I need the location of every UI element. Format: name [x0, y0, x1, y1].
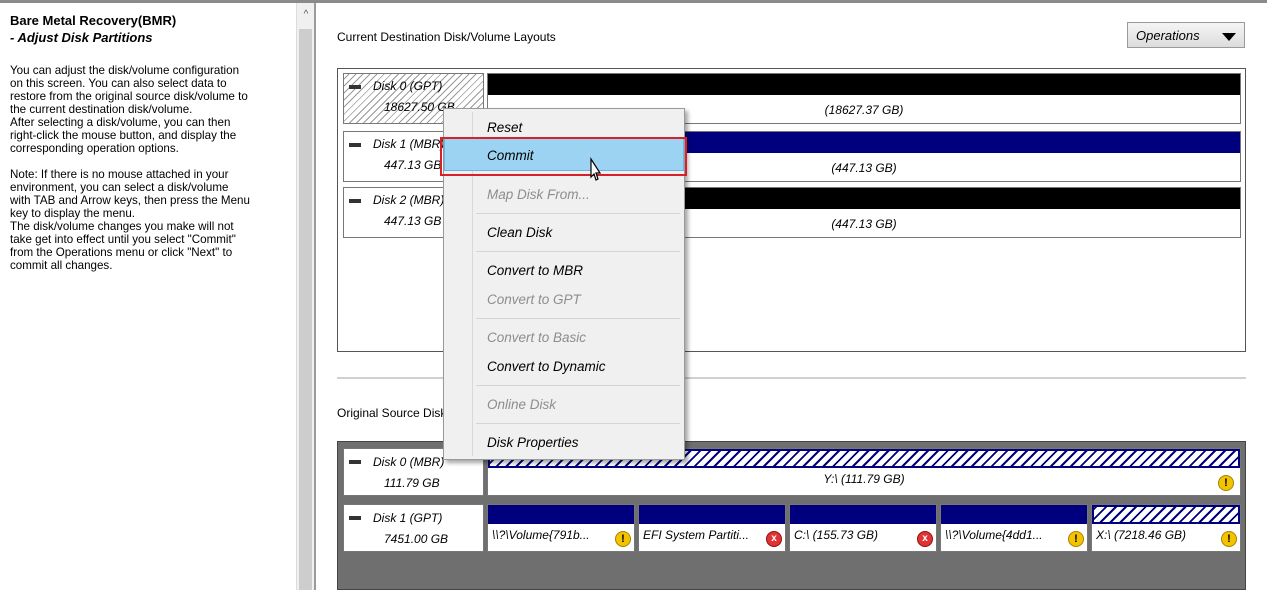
- menu-item-convert-to-dynamic[interactable]: Convert to Dynamic: [487, 359, 606, 374]
- menu-separator: [476, 385, 680, 386]
- menu-separator: [476, 423, 680, 424]
- mouse-cursor-icon: [590, 157, 602, 181]
- disk-size: 447.13 GB: [384, 214, 442, 228]
- menu-separator: [476, 318, 680, 319]
- menu-separator: [476, 213, 680, 214]
- help-line: with TAB and Arrow keys, then press the …: [10, 194, 250, 207]
- volume-label: EFI System Partiti...: [643, 528, 750, 542]
- menu-item-clean-disk[interactable]: Clean Disk: [487, 225, 552, 240]
- help-line: You can adjust the disk/volume configura…: [10, 64, 240, 77]
- warning-icon: !: [615, 531, 631, 547]
- help-line: right-click the mouse button, and displa…: [10, 129, 237, 142]
- disk-card[interactable]: Disk 1 (GPT) 7451.00 GB: [343, 504, 484, 552]
- help-line: The disk/volume changes you make will no…: [10, 220, 234, 233]
- menu-item-map-disk-from[interactable]: Map Disk From...: [487, 187, 590, 202]
- dropdown-arrow-icon: [1222, 33, 1236, 41]
- volume-block[interactable]: \\?\Volume{791b... !: [487, 504, 635, 552]
- warning-icon: !: [1218, 475, 1234, 491]
- disk-size: 7451.00 GB: [384, 532, 449, 546]
- warning-icon: !: [1221, 531, 1237, 547]
- volume-label: X:\ (7218.46 GB): [1096, 528, 1187, 542]
- disk-size: 111.79 GB: [384, 476, 440, 490]
- pane-divider: [314, 3, 316, 590]
- help-line: corresponding operation options.: [10, 142, 179, 155]
- help-line: After selecting a disk/volume, you can t…: [10, 116, 231, 129]
- help-line: commit all changes.: [10, 259, 113, 272]
- disk-size: 447.13 GB: [384, 158, 442, 172]
- operations-label: Operations: [1136, 28, 1200, 43]
- commit-callout-box: [440, 137, 687, 176]
- help-text: You can adjust the disk/volume configura…: [10, 64, 294, 272]
- disk-name: Disk 2 (MBR): [373, 193, 445, 207]
- menu-separator: [476, 251, 680, 252]
- volume-label: \\?\Volume{4dd1...: [945, 528, 1043, 542]
- collapse-icon[interactable]: [349, 460, 361, 464]
- source-panel: Disk 0 (MBR) 111.79 GB Y:\ (111.79 GB) !…: [337, 441, 1246, 590]
- volume-bar: [790, 505, 936, 524]
- scroll-thumb[interactable]: [299, 29, 312, 590]
- menu-item-reset[interactable]: Reset: [487, 120, 522, 135]
- help-scrollbar[interactable]: ^: [296, 3, 314, 590]
- volume-block[interactable]: X:\ (7218.46 GB) !: [1091, 504, 1241, 552]
- collapse-icon[interactable]: [349, 516, 361, 520]
- volume-bar: [488, 505, 634, 524]
- disk-name: Disk 0 (MBR): [373, 455, 445, 469]
- volume-label: \\?\Volume{791b...: [492, 528, 590, 542]
- help-line: on this screen. You can also select data…: [10, 77, 227, 90]
- volume-bar: [639, 505, 785, 524]
- error-icon: x: [917, 531, 933, 547]
- disk-name: Disk 0 (GPT): [373, 79, 443, 93]
- volume-bar: [941, 505, 1087, 524]
- volume-bar: [1092, 505, 1240, 524]
- volume-block[interactable]: C:\ (155.73 GB) x: [789, 504, 937, 552]
- menu-item-convert-to-gpt[interactable]: Convert to GPT: [487, 292, 581, 307]
- help-pane: Bare Metal Recovery(BMR) - Adjust Disk P…: [0, 3, 296, 590]
- help-line: the current destination disk/volume.: [10, 103, 193, 116]
- menu-item-convert-to-basic[interactable]: Convert to Basic: [487, 330, 586, 345]
- help-line: Note: If there is no mouse attached in y…: [10, 168, 229, 181]
- disk-name: Disk 1 (GPT): [373, 511, 443, 525]
- volume-label: Y:\ (111.79 GB): [823, 472, 905, 486]
- collapse-icon[interactable]: [349, 85, 361, 89]
- collapse-icon[interactable]: [349, 199, 361, 203]
- source-disk-row[interactable]: Disk 1 (GPT) 7451.00 GB \\?\Volume{791b.…: [343, 504, 1241, 552]
- collapse-icon[interactable]: [349, 143, 361, 147]
- help-line: restore from the original source disk/vo…: [10, 90, 248, 103]
- operations-button[interactable]: Operations: [1127, 22, 1245, 48]
- scroll-up-icon[interactable]: ^: [297, 9, 315, 23]
- volume-bar: [488, 74, 1240, 95]
- help-line: key to display the menu.: [10, 207, 136, 220]
- help-title: Bare Metal Recovery(BMR): [10, 13, 177, 28]
- destination-label: Current Destination Disk/Volume Layouts: [337, 30, 556, 44]
- help-subtitle: - Adjust Disk Partitions: [10, 30, 153, 45]
- disk-name: Disk 1 (MBR): [373, 137, 445, 151]
- volume-block[interactable]: EFI System Partiti... x: [638, 504, 786, 552]
- warning-icon: !: [1068, 531, 1084, 547]
- volume-block[interactable]: \\?\Volume{4dd1... !: [940, 504, 1088, 552]
- help-line: from the Operations menu or click "Next"…: [10, 246, 233, 259]
- help-line: environment, you can select a disk/volum…: [10, 181, 229, 194]
- menu-item-online-disk[interactable]: Online Disk: [487, 397, 556, 412]
- menu-item-convert-to-mbr[interactable]: Convert to MBR: [487, 263, 583, 278]
- help-line: take get into effect until you select "C…: [10, 233, 236, 246]
- volume-label: C:\ (155.73 GB): [794, 528, 879, 542]
- menu-item-disk-properties[interactable]: Disk Properties: [487, 435, 579, 450]
- error-icon: x: [766, 531, 782, 547]
